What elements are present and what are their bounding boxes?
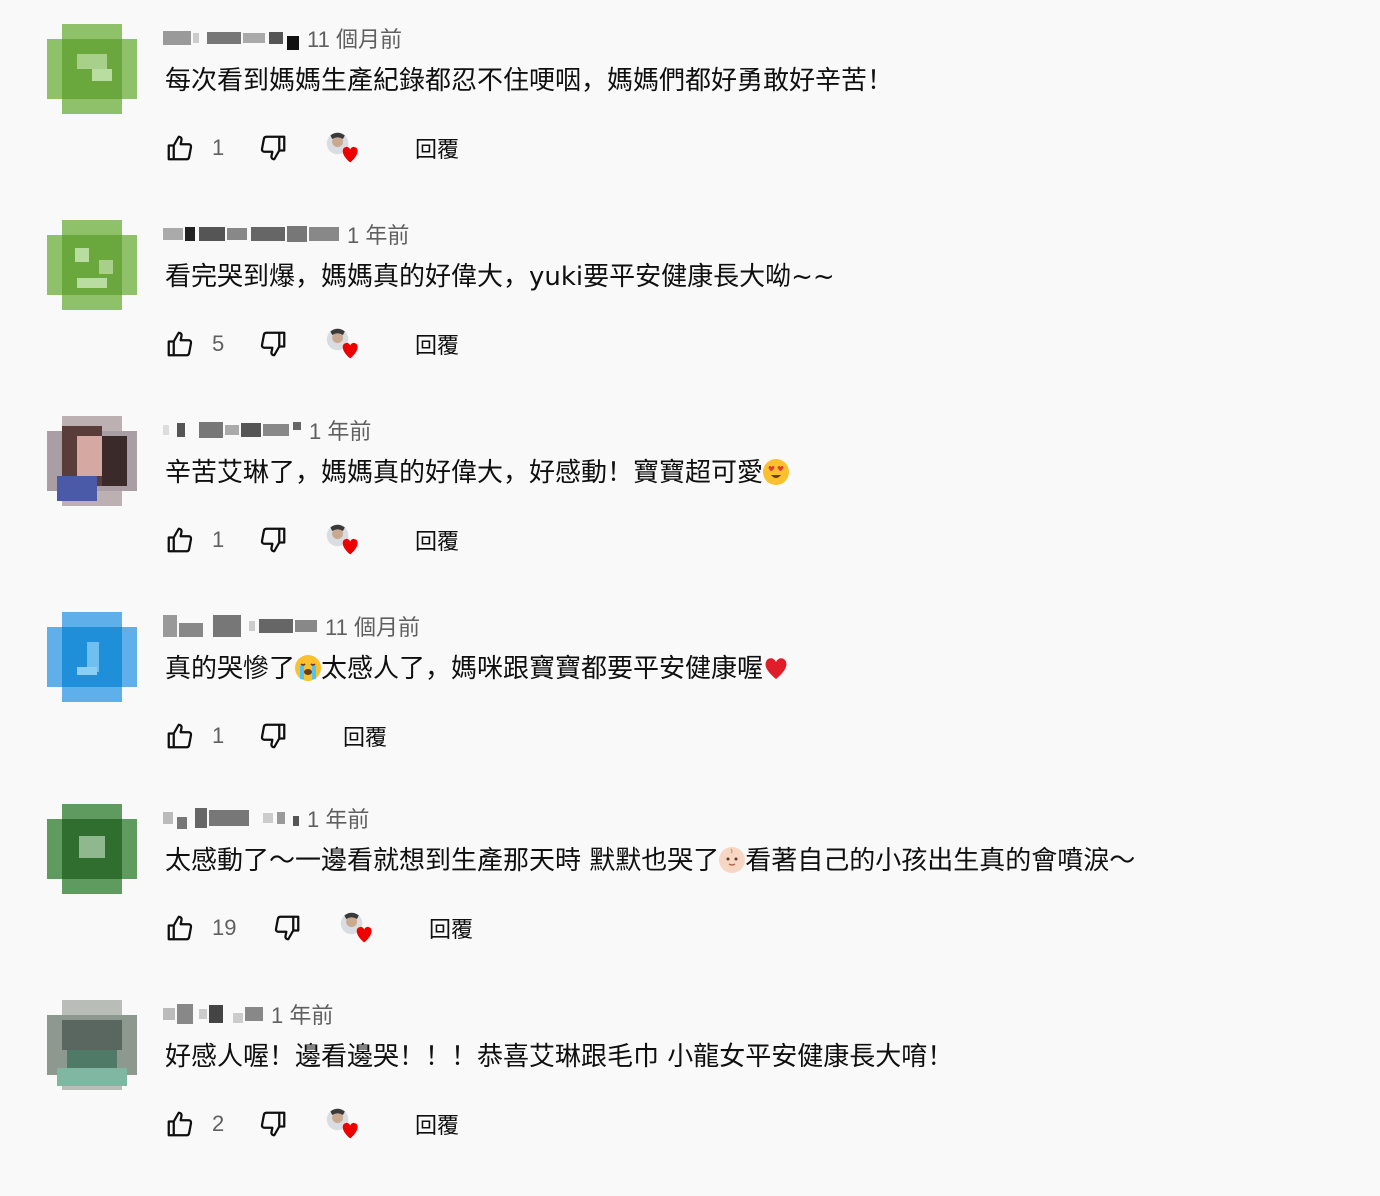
avatar[interactable] — [47, 1000, 137, 1090]
creator-heart-badge — [325, 1104, 361, 1144]
thumbs-up-icon — [167, 331, 193, 357]
comment-timestamp[interactable]: 1 年前 — [271, 998, 333, 1030]
like-count: 1 — [212, 723, 225, 748]
comment-timestamp[interactable]: 11 個月前 — [325, 610, 420, 642]
comment-timestamp[interactable]: 11 個月前 — [307, 22, 402, 54]
dislike-button[interactable] — [258, 520, 288, 560]
comment-timestamp[interactable]: 1 年前 — [307, 802, 369, 834]
thumbs-down-icon — [260, 331, 286, 357]
thumbs-up-icon — [167, 135, 193, 161]
comment-text: 真的哭慘了 太感人了，媽咪跟寶寶都要平安健康喔 — [165, 652, 789, 686]
author-name-redacted[interactable] — [163, 614, 317, 638]
thumbs-down-icon — [260, 723, 286, 749]
creator-avatar-heart-icon — [326, 328, 358, 359]
like-button[interactable] — [165, 716, 195, 756]
creator-heart-badge — [339, 908, 375, 948]
creator-avatar-heart-icon — [326, 524, 358, 555]
comment-text-body: 辛苦艾琳了，媽媽真的好偉大，好感動！寶寶超可愛 — [165, 458, 764, 488]
thumbs-down-icon — [260, 1111, 286, 1137]
reply-button[interactable]: 回覆 — [415, 324, 459, 364]
avatar[interactable] — [47, 220, 137, 310]
comment-thread: 11 個月前 每次看到媽媽生產紀錄都忍不住哽咽，媽媽們都好勇敢好辛苦！ 1 回覆 — [0, 24, 1380, 220]
loudly-crying-emoji — [295, 655, 322, 681]
comment-text: 看完哭到爆，媽媽真的好偉大，yuki要平安健康長大呦~~ — [165, 262, 835, 292]
comment-thread: 11 個月前 真的哭慘了 太感人了，媽咪跟寶寶都要平安健康喔 1 回覆 — [0, 612, 1380, 808]
avatar[interactable] — [47, 804, 137, 894]
reply-button[interactable]: 回覆 — [415, 1104, 459, 1144]
dislike-button[interactable] — [258, 128, 288, 168]
comment-text: 好感人喔！邊看邊哭！！！恭喜艾琳跟毛巾 小龍女平安健康長大唷！ — [165, 1042, 954, 1072]
author-name-redacted[interactable] — [163, 1002, 263, 1026]
comment-thread: 1 年前 辛苦艾琳了，媽媽真的好偉大，好感動！寶寶超可愛 1 回覆 — [0, 416, 1380, 612]
comment-text-part: 太感動了～一邊看就想到生產那天時 默默也哭了 — [165, 846, 720, 876]
heart-eyes-emoji — [763, 459, 790, 485]
author-name-redacted[interactable] — [163, 418, 301, 442]
comment-text: 辛苦艾琳了，媽媽真的好偉大，好感動！寶寶超可愛 — [165, 456, 790, 490]
comment-text-part: 真的哭慘了 — [165, 654, 296, 684]
reply-button[interactable]: 回覆 — [415, 128, 459, 168]
like-count: 1 — [212, 527, 225, 552]
like-button[interactable] — [165, 908, 195, 948]
dislike-button[interactable] — [258, 716, 288, 756]
like-button[interactable] — [165, 520, 195, 560]
author-name-redacted[interactable] — [163, 222, 339, 246]
comment-thread: 1 年前 好感人喔！邊看邊哭！！！恭喜艾琳跟毛巾 小龍女平安健康長大唷！ 2 回… — [0, 1000, 1380, 1196]
like-count: 2 — [212, 1111, 225, 1136]
creator-avatar-heart-icon — [326, 1108, 358, 1139]
baby-emoji — [719, 847, 746, 873]
thumbs-down-icon — [260, 135, 286, 161]
comment-text-part: 看著自己的小孩出生真的會噴淚～ — [745, 846, 1136, 876]
author-name-redacted[interactable] — [163, 806, 299, 830]
red-heart-emoji — [763, 655, 789, 681]
comment-thread: 1 年前 看完哭到爆，媽媽真的好偉大，yuki要平安健康長大呦~~ 5 回覆 — [0, 220, 1380, 416]
creator-avatar-heart-icon — [340, 912, 372, 943]
creator-heart-badge — [325, 324, 361, 364]
comment-thread: 1 年前 太感動了～一邊看就想到生產那天時 默默也哭了 看著自己的小孩出生真的會噴… — [0, 804, 1380, 1000]
avatar[interactable] — [47, 612, 137, 702]
like-button[interactable] — [165, 324, 195, 364]
avatar[interactable] — [47, 24, 137, 114]
reply-button[interactable]: 回覆 — [415, 520, 459, 560]
thumbs-up-icon — [167, 915, 193, 941]
thumbs-up-icon — [167, 1111, 193, 1137]
avatar[interactable] — [47, 416, 137, 506]
thumbs-down-icon — [260, 527, 286, 553]
creator-heart-badge — [325, 128, 361, 168]
dislike-button[interactable] — [272, 908, 302, 948]
like-count: 19 — [212, 915, 237, 940]
comment-timestamp[interactable]: 1 年前 — [347, 218, 409, 250]
comment-text: 每次看到媽媽生產紀錄都忍不住哽咽，媽媽們都好勇敢好辛苦！ — [165, 66, 894, 96]
comment-text-part: 太感人了，媽咪跟寶寶都要平安健康喔 — [321, 654, 764, 684]
creator-heart-badge — [325, 520, 361, 560]
comment-timestamp[interactable]: 1 年前 — [309, 414, 371, 446]
author-name-redacted[interactable] — [163, 26, 299, 50]
like-count: 1 — [212, 135, 225, 160]
dislike-button[interactable] — [258, 324, 288, 364]
reply-button[interactable]: 回覆 — [343, 716, 387, 756]
like-button[interactable] — [165, 1104, 195, 1144]
dislike-button[interactable] — [258, 1104, 288, 1144]
reply-button[interactable]: 回覆 — [429, 908, 473, 948]
like-count: 5 — [212, 331, 225, 356]
comment-text: 太感動了～一邊看就想到生產那天時 默默也哭了 看著自己的小孩出生真的會噴淚～ — [165, 844, 1135, 878]
creator-avatar-heart-icon — [326, 132, 358, 163]
thumbs-up-icon — [167, 723, 193, 749]
like-button[interactable] — [165, 128, 195, 168]
thumbs-up-icon — [167, 527, 193, 553]
thumbs-down-icon — [274, 915, 300, 941]
